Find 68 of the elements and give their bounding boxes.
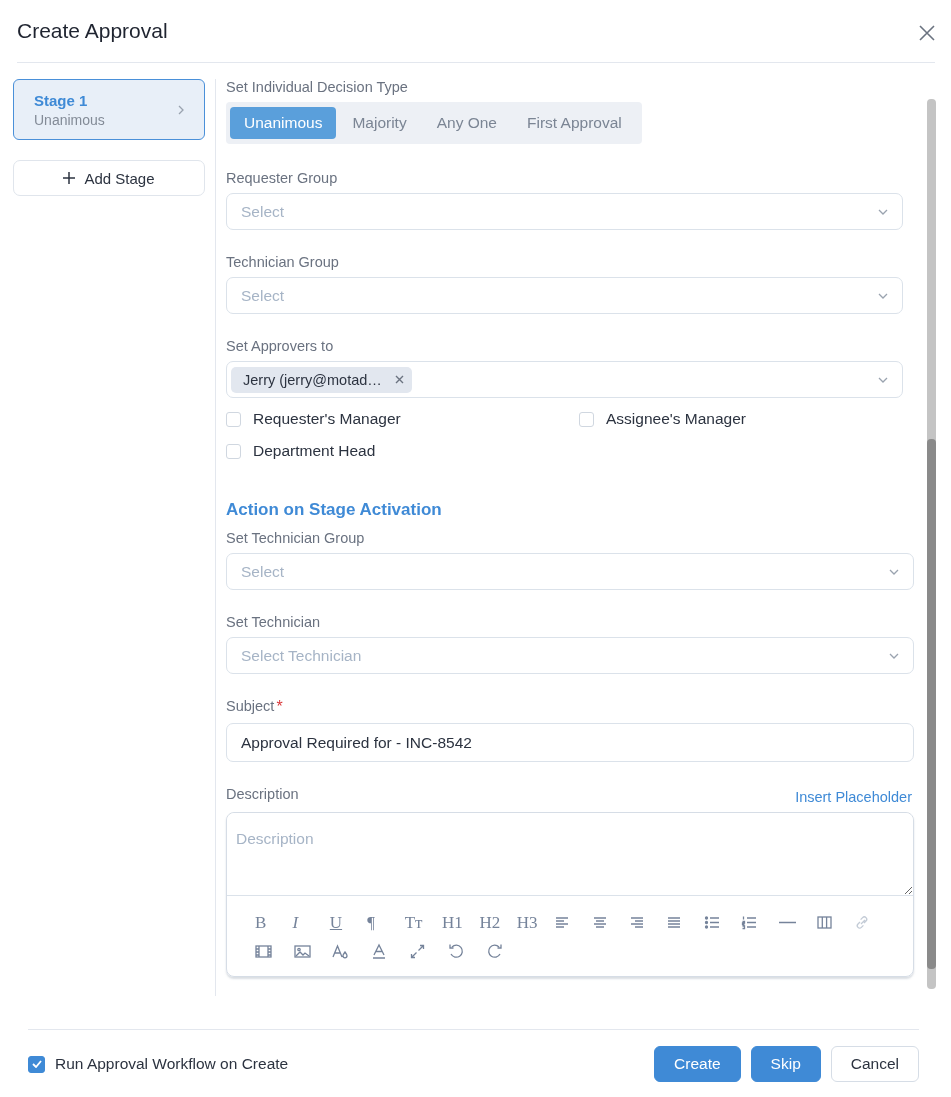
- redo-icon[interactable]: [486, 943, 503, 960]
- checkbox-label: Assignee's Manager: [606, 410, 746, 428]
- field-label: Description: [226, 786, 299, 802]
- remove-icon[interactable]: [394, 375, 404, 384]
- numbered-list-icon[interactable]: [741, 914, 759, 931]
- close-icon[interactable]: [919, 25, 935, 41]
- format-button[interactable]: H1: [442, 913, 463, 932]
- footer-button[interactable]: Cancel: [830, 1046, 919, 1082]
- undo-icon[interactable]: [447, 943, 465, 960]
- chevron-down-icon[interactable]: [878, 376, 888, 383]
- description-editor[interactable]: Description B I U ¶ Tт H1 H2 H3: [226, 812, 914, 977]
- field-label: Technician Group: [226, 254, 340, 270]
- format-button[interactable]: U: [329, 913, 343, 932]
- decision-type-option[interactable]: First Approval: [513, 107, 636, 139]
- bullet-list-icon[interactable]: [703, 914, 721, 931]
- field-label: Subject: [226, 698, 275, 714]
- select-field[interactable]: Jerry (jerry@motad…: [226, 361, 903, 398]
- insert-placeholder-link[interactable]: Insert Placeholder: [795, 789, 912, 805]
- chevron-down-icon[interactable]: [878, 208, 888, 215]
- plus-icon[interactable]: [63, 172, 76, 184]
- table-icon[interactable]: [816, 914, 834, 931]
- checkbox-label: Run Approval Workflow on Create: [55, 1055, 289, 1073]
- stage-card[interactable]: Stage 1 Unanimous: [13, 79, 205, 140]
- decision-type-option[interactable]: Unanimous: [230, 107, 337, 139]
- format-button[interactable]: H2: [479, 913, 501, 932]
- font-drop-icon[interactable]: [332, 943, 349, 960]
- check-icon: [31, 1060, 42, 1068]
- chevron-down-icon[interactable]: [889, 652, 899, 659]
- image-icon[interactable]: [293, 943, 311, 960]
- film-icon[interactable]: [255, 943, 272, 960]
- description-field[interactable]: Description: [227, 813, 913, 896]
- field-label: Set Technician: [226, 614, 322, 630]
- field-label: Requester Group: [226, 170, 339, 186]
- scrollbar[interactable]: [927, 99, 936, 989]
- decision-type-option[interactable]: Majority: [338, 107, 421, 139]
- section-title: Action on Stage Activation: [226, 500, 443, 520]
- footer-button[interactable]: Skip: [750, 1046, 821, 1082]
- chevron-right-icon[interactable]: [178, 104, 184, 115]
- select-field[interactable]: Select Technician: [226, 637, 914, 674]
- format-button[interactable]: Tт: [404, 913, 423, 932]
- tag-label: Jerry (jerry@motad…: [243, 371, 382, 388]
- checkbox-label: Requester's Manager: [253, 410, 401, 428]
- align-center-icon[interactable]: [591, 914, 609, 931]
- format-button[interactable]: B: [255, 913, 267, 932]
- expand-icon[interactable]: [409, 943, 426, 960]
- stage-title: Stage 1: [34, 91, 89, 109]
- add-stage-button[interactable]: Add Stage: [13, 160, 205, 196]
- format-button[interactable]: ¶: [367, 913, 375, 932]
- dialog-title: Create Approval: [17, 19, 168, 43]
- format-button[interactable]: I: [292, 913, 299, 932]
- field-label: Set Technician Group: [226, 530, 366, 546]
- scrollbar-thumb[interactable]: [927, 439, 936, 969]
- chevron-down-icon[interactable]: [878, 292, 888, 299]
- chevron-down-icon[interactable]: [889, 568, 899, 575]
- stage-subtitle: Unanimous: [34, 111, 105, 128]
- field-label: Set Approvers to: [226, 338, 335, 354]
- select-field[interactable]: Select: [226, 193, 903, 230]
- required-mark: *: [276, 698, 283, 716]
- text-color-icon[interactable]: [370, 943, 388, 960]
- checkbox[interactable]: [28, 1055, 45, 1073]
- checkbox-label: Department Head: [253, 442, 376, 460]
- format-button[interactable]: H3: [516, 913, 538, 932]
- select-field[interactable]: Select: [226, 553, 914, 590]
- decision-type-option[interactable]: Any One: [422, 107, 511, 139]
- footer-button[interactable]: Create: [654, 1046, 741, 1082]
- select-field[interactable]: Select: [226, 277, 903, 314]
- subject-field[interactable]: Approval Required for - INC-8542: [226, 723, 914, 762]
- field-label: Set Individual Decision Type: [226, 79, 409, 95]
